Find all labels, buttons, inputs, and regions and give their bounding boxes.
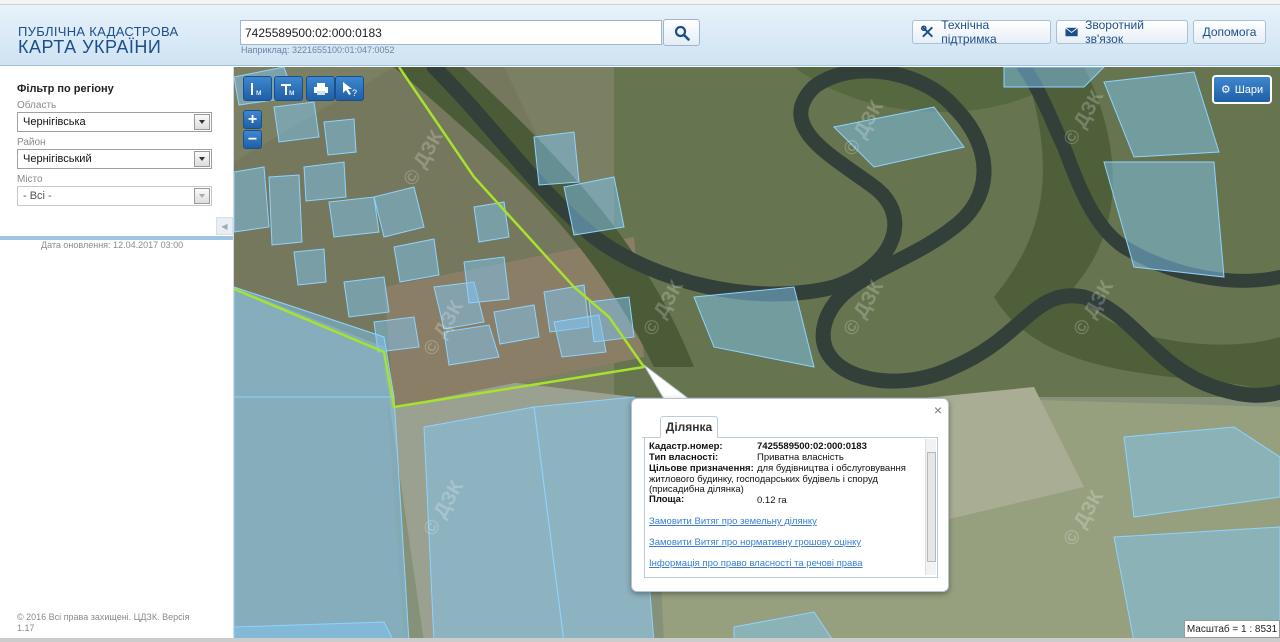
sidebar: Фільтр по регіону Область Чернігівська Р…: [0, 67, 234, 642]
update-date: Дата оновлення: 12.04.2017 03:00: [41, 240, 184, 250]
filter-title: Фільтр по регіону: [17, 83, 114, 95]
area-value: 0.12 га: [757, 495, 787, 506]
help-label: Допомога: [1202, 25, 1257, 39]
layers-button[interactable]: ⚙ Шари: [1212, 75, 1272, 104]
cadastre-value: 7425589500:02:000:0183: [757, 441, 867, 452]
header: ПУБЛІЧНА КАДАСТРОВА КАРТА УКРАЇНИ Наприк…: [0, 0, 1280, 66]
print-icon: [313, 82, 328, 95]
oblast-value: Чернігівська: [23, 116, 86, 128]
gear-icon: ⚙: [1220, 84, 1231, 96]
rayon-label: Район: [17, 137, 46, 148]
logo-line2[interactable]: КАРТА УКРАЇНИ: [18, 37, 161, 58]
scale-indicator: Масштаб = 1 : 8531: [1184, 620, 1280, 638]
measure-length-icon: м: [250, 82, 262, 97]
cadastre-key: Кадастр.номер:: [649, 441, 723, 452]
measure-length-button[interactable]: м: [243, 76, 272, 101]
measure-area-button[interactable]: м: [274, 76, 303, 101]
print-button[interactable]: [306, 76, 335, 101]
support-label: Технічна підтримка: [941, 18, 997, 46]
map-view[interactable]: © ДЗК © ДЗК © ДЗК © ДЗК © ДЗК © ДЗК © ДЗ…: [234, 67, 1280, 642]
purpose-key: Цільове призначення:: [649, 463, 754, 474]
popup-content: Кадастр.номер: 7425589500:02:000:0183 Ти…: [644, 438, 938, 578]
measure-area-icon: м: [280, 83, 295, 97]
oblast-select[interactable]: Чернігівська: [17, 112, 212, 132]
svg-text:?: ?: [352, 88, 357, 97]
svg-text:м: м: [289, 88, 295, 97]
ownership-value: Приватна власність: [757, 452, 844, 463]
rayon-select[interactable]: Чернігівський: [17, 149, 212, 169]
ownership-key: Тип власності:: [649, 452, 719, 463]
support-button[interactable]: Технічна підтримка: [912, 18, 1051, 46]
order-valuation-link[interactable]: Замовити Витяг про нормативну грошову оц…: [649, 537, 861, 548]
search-button[interactable]: [663, 19, 700, 46]
rayon-value: Чернігівський: [23, 153, 92, 165]
search-input[interactable]: [240, 20, 662, 45]
purpose-value-line1: для будівництва і обслуговування: [757, 463, 906, 474]
copyright: © 2016 Всі права захищені. ЦДЗК. Версія …: [17, 612, 190, 633]
identify-icon: ?: [342, 81, 357, 97]
chevron-down-icon[interactable]: [194, 188, 210, 204]
bottom-strip: [0, 638, 1280, 642]
ownership-info-link[interactable]: Інформація про право власності та речові…: [649, 558, 863, 569]
tools-icon: [921, 25, 933, 38]
zoom-in-button[interactable]: +: [243, 110, 262, 129]
misto-label: Місто: [17, 174, 43, 185]
chevron-down-icon[interactable]: [194, 114, 210, 130]
browser-top-line: [0, 0, 1280, 5]
feedback-label: Зворотний зв'язок: [1085, 18, 1144, 46]
collapse-sidebar-button[interactable]: ◀: [216, 217, 233, 235]
misto-select[interactable]: - Всі -: [17, 186, 212, 206]
layers-label: Шари: [1234, 83, 1264, 96]
search-icon: [674, 25, 690, 41]
chevron-down-icon[interactable]: [194, 151, 210, 167]
area-key: Площа:: [649, 494, 685, 505]
parcel-popup: × Ділянка Кадастр.номер: 7425589500:02:0…: [631, 398, 949, 592]
search-hint: Наприклад: 3221655100:01:047:0052: [241, 45, 395, 55]
order-extract-link[interactable]: Замовити Витяг про земельну ділянку: [649, 516, 817, 527]
close-icon[interactable]: ×: [934, 402, 942, 418]
help-button[interactable]: Допомога: [1193, 20, 1266, 44]
svg-text:м: м: [256, 88, 262, 97]
envelope-icon: [1065, 27, 1078, 37]
tab-parcel[interactable]: Ділянка: [660, 416, 718, 438]
zoom-out-button[interactable]: −: [243, 130, 262, 149]
app-window: ПУБЛІЧНА КАДАСТРОВА КАРТА УКРАЇНИ Наприк…: [0, 0, 1280, 642]
misto-value: - Всі -: [23, 190, 52, 202]
feedback-button[interactable]: Зворотний зв'язок: [1056, 18, 1188, 46]
identify-button[interactable]: ?: [335, 76, 364, 101]
oblast-label: Область: [17, 100, 57, 111]
popup-scroll-thumb[interactable]: [927, 452, 936, 562]
